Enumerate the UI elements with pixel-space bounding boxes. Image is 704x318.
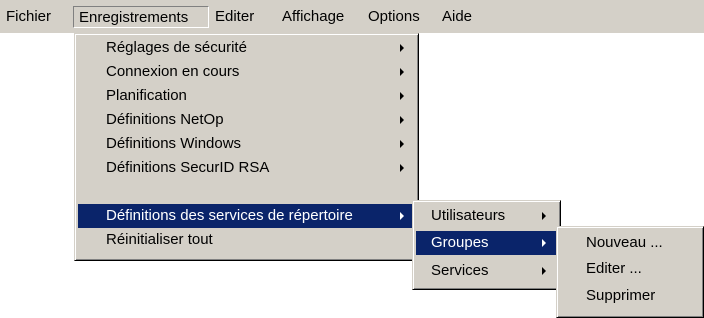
submenu-arrow-icon <box>542 267 546 275</box>
menu-item-editer[interactable]: Editer ... <box>560 257 701 281</box>
menu-fichier[interactable]: Fichier <box>0 6 70 28</box>
menu-item-definitions-windows[interactable]: Définitions Windows <box>78 132 415 156</box>
submenu-arrow-icon <box>542 212 546 220</box>
enregistrements-menu: Réglages de sécurité Connexion en cours … <box>74 33 419 261</box>
menu-item-label: Réglages de sécurité <box>106 39 247 56</box>
menu-options-label: Options <box>368 8 420 25</box>
menu-item-services[interactable]: Services <box>416 259 557 283</box>
menu-item-label: Définitions NetOp <box>106 111 224 128</box>
menu-item-definitions-securid-rsa[interactable]: Définitions SecurID RSA <box>78 156 415 180</box>
menu-item-utilisateurs[interactable]: Utilisateurs <box>416 204 557 228</box>
groupes-submenu: Nouveau ... Editer ... Supprimer <box>556 226 704 318</box>
menu-item-label: Réinitialiser tout <box>106 231 213 248</box>
menu-item-label: Utilisateurs <box>431 207 506 224</box>
menu-item-label: Définitions des services de répertoire <box>106 207 353 224</box>
menu-bar: Fichier Enregistrements Editer Affichage… <box>0 0 704 33</box>
menu-item-definitions-services-repertoire[interactable]: Définitions des services de répertoire <box>78 204 415 228</box>
menu-item-label: Connexion en cours <box>106 63 240 80</box>
menu-editer-label: Editer <box>215 8 255 25</box>
menu-aide-label: Aide <box>442 8 473 25</box>
menu-item-planification[interactable]: Planification <box>78 84 415 108</box>
submenu-arrow-icon <box>400 92 404 100</box>
menu-item-label: Définitions SecurID RSA <box>106 159 270 176</box>
submenu-arrow-icon <box>400 68 404 76</box>
menu-options[interactable]: Options <box>362 6 436 28</box>
menu-item-supprimer[interactable]: Supprimer <box>560 284 701 308</box>
submenu-arrow-icon <box>542 239 546 247</box>
services-repertoire-submenu: Utilisateurs Groupes Services <box>412 200 561 290</box>
menu-aide[interactable]: Aide <box>436 6 486 28</box>
menu-item-label: Nouveau ... <box>586 234 663 251</box>
menu-item-reinitialiser-tout[interactable]: Réinitialiser tout <box>78 228 415 252</box>
menu-item-definitions-netop[interactable]: Définitions NetOp <box>78 108 415 132</box>
menu-item-label: Editer ... <box>586 260 642 277</box>
menu-editer[interactable]: Editer <box>209 6 274 28</box>
submenu-arrow-icon <box>400 164 404 172</box>
menu-item-label: Services <box>431 262 489 279</box>
menu-fichier-label: Fichier <box>6 8 52 25</box>
menu-item-label: Groupes <box>431 234 489 251</box>
submenu-arrow-icon <box>400 140 404 148</box>
menu-item-label: Définitions Windows <box>106 135 242 152</box>
menu-item-groupes[interactable]: Groupes <box>416 231 557 255</box>
menu-item-nouveau[interactable]: Nouveau ... <box>560 231 701 255</box>
menu-item-connexion-en-cours[interactable]: Connexion en cours <box>78 60 415 84</box>
submenu-arrow-icon <box>400 116 404 124</box>
menu-item-label: Supprimer <box>586 287 656 304</box>
submenu-arrow-icon <box>400 44 404 52</box>
menu-affichage-label: Affichage <box>282 8 345 25</box>
menu-item-label: Planification <box>106 87 187 104</box>
menu-item-reglages-securite[interactable]: Réglages de sécurité <box>78 36 415 60</box>
menu-enregistrements-label: Enregistrements <box>79 9 189 26</box>
menu-enregistrements[interactable]: Enregistrements <box>73 6 209 28</box>
menu-affichage[interactable]: Affichage <box>276 6 362 28</box>
submenu-arrow-icon <box>400 212 404 220</box>
